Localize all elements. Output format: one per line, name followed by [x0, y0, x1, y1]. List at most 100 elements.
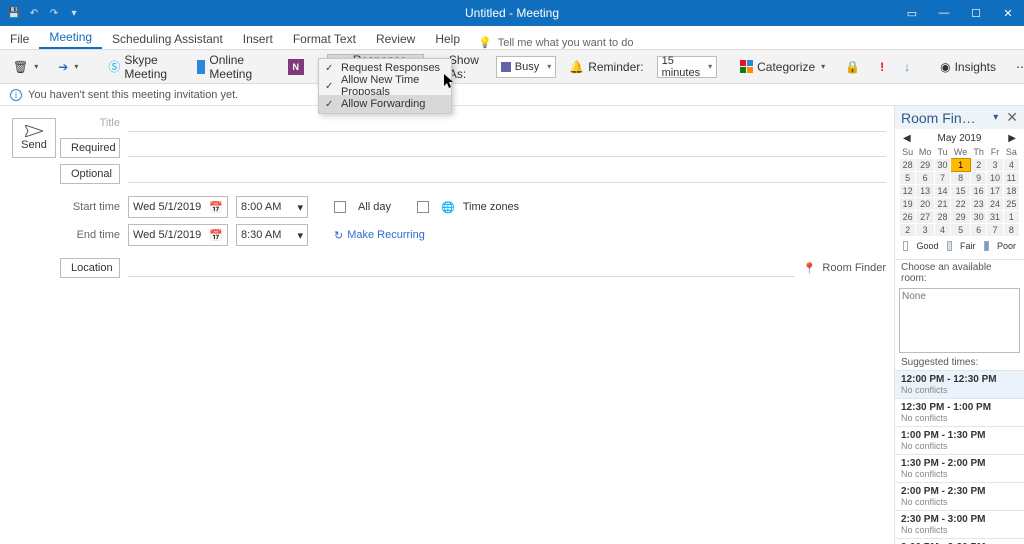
send-button[interactable]: Send: [12, 118, 56, 158]
calendar-day[interactable]: 25: [1003, 198, 1019, 211]
pane-close-icon[interactable]: ✕: [1006, 109, 1018, 126]
tab-scheduling-assistant[interactable]: Scheduling Assistant: [102, 28, 233, 49]
close-button[interactable]: ✕: [992, 0, 1024, 26]
calendar-day[interactable]: 4: [934, 224, 950, 237]
suggested-time-item[interactable]: 12:00 PM - 12:30 PMNo conflicts: [895, 370, 1024, 398]
calendar-day[interactable]: 9: [970, 172, 986, 185]
prev-month-icon[interactable]: ◀: [903, 133, 911, 144]
calendar-day[interactable]: 29: [951, 211, 971, 224]
save-icon[interactable]: 💾: [6, 5, 22, 21]
calendar-day[interactable]: 29: [916, 159, 935, 172]
ribbon-overflow-button[interactable]: ⋯: [1009, 54, 1024, 80]
pane-menu-icon[interactable]: ▾: [993, 112, 998, 123]
qat-down-icon[interactable]: ▾: [66, 5, 82, 21]
calendar-day[interactable]: 5: [951, 224, 971, 237]
redo-icon[interactable]: ↷: [46, 5, 62, 21]
required-button[interactable]: Required: [60, 138, 120, 158]
calendar-day[interactable]: 21: [934, 198, 950, 211]
available-rooms-list[interactable]: None: [899, 288, 1020, 353]
calendar-day[interactable]: 16: [970, 185, 986, 198]
forward-button[interactable]: ➔▾: [51, 54, 85, 80]
ribbon-display-icon[interactable]: ▭: [896, 0, 928, 26]
calendar-day[interactable]: 2: [900, 224, 916, 237]
end-time-picker[interactable]: 8:30 AM▾: [236, 224, 308, 246]
calendar-day[interactable]: 20: [916, 198, 935, 211]
room-finder-link[interactable]: 📍 Room Finder: [803, 262, 886, 275]
calendar-day[interactable]: 24: [987, 198, 1003, 211]
menu-item-allow-forwarding[interactable]: ✓Allow Forwarding: [319, 95, 451, 113]
suggested-time-item[interactable]: 2:30 PM - 3:00 PMNo conflicts: [895, 510, 1024, 538]
calendar-day[interactable]: 22: [951, 198, 971, 211]
calendar-day[interactable]: 28: [934, 211, 950, 224]
start-time-picker[interactable]: 8:00 AM▾: [236, 196, 308, 218]
calendar-day[interactable]: 12: [900, 185, 916, 198]
calendar-day[interactable]: 6: [916, 172, 935, 185]
calendar-day[interactable]: 1: [1003, 211, 1019, 224]
calendar-day[interactable]: 10: [987, 172, 1003, 185]
time-zones-checkbox[interactable]: [417, 201, 429, 213]
calendar-day[interactable]: 14: [934, 185, 950, 198]
calendar-day[interactable]: 6: [970, 224, 986, 237]
maximize-button[interactable]: ☐: [960, 0, 992, 26]
tab-insert[interactable]: Insert: [233, 28, 283, 49]
calendar-day[interactable]: 17: [987, 185, 1003, 198]
tell-me-search[interactable]: 💡 Tell me what you want to do: [478, 36, 633, 49]
tab-file[interactable]: File: [0, 28, 39, 49]
delete-button[interactable]: 🗑▾: [6, 54, 45, 80]
suggested-time-item[interactable]: 2:00 PM - 2:30 PMNo conflicts: [895, 482, 1024, 510]
skype-meeting-button[interactable]: Ⓢ Skype Meeting: [101, 54, 174, 80]
location-input[interactable]: [128, 259, 795, 277]
calendar-day[interactable]: 3: [916, 224, 935, 237]
tab-help[interactable]: Help: [425, 28, 470, 49]
calendar-day[interactable]: 26: [900, 211, 916, 224]
calendar-day[interactable]: 4: [1003, 159, 1019, 172]
all-day-checkbox[interactable]: [334, 201, 346, 213]
tab-review[interactable]: Review: [366, 28, 425, 49]
calendar-day[interactable]: 7: [934, 172, 950, 185]
insights-button[interactable]: ◉ Insights: [933, 54, 1003, 80]
make-recurring-link[interactable]: ↻Make Recurring: [334, 229, 425, 242]
undo-icon[interactable]: ↶: [26, 5, 42, 21]
calendar-day[interactable]: 28: [900, 159, 916, 172]
calendar-day[interactable]: 30: [934, 159, 950, 172]
categorize-button[interactable]: Categorize ▾: [733, 54, 832, 80]
high-importance-button[interactable]: !: [873, 54, 891, 80]
suggested-time-item[interactable]: 1:00 PM - 1:30 PMNo conflicts: [895, 426, 1024, 454]
suggested-time-item[interactable]: 3:00 PM - 3:30 PMNo conflicts: [895, 538, 1024, 544]
calendar-day[interactable]: 19: [900, 198, 916, 211]
suggested-time-item[interactable]: 1:30 PM - 2:00 PMNo conflicts: [895, 454, 1024, 482]
calendar-day[interactable]: 18: [1003, 185, 1019, 198]
calendar-day[interactable]: 7: [987, 224, 1003, 237]
optional-input[interactable]: [128, 165, 886, 183]
calendar-day[interactable]: 1: [951, 159, 971, 172]
show-as-combo[interactable]: Busy ▾: [496, 56, 556, 78]
calendar-day[interactable]: 2: [970, 159, 986, 172]
low-importance-button[interactable]: ↓: [897, 54, 917, 80]
calendar-day[interactable]: 13: [916, 185, 935, 198]
calendar-day[interactable]: 15: [951, 185, 971, 198]
onenote-button[interactable]: N: [281, 54, 311, 80]
calendar-day[interactable]: 11: [1003, 172, 1019, 185]
calendar-day[interactable]: 27: [916, 211, 935, 224]
required-input[interactable]: [128, 139, 886, 157]
location-button[interactable]: Location: [60, 258, 120, 278]
calendar-grid[interactable]: SuMoTuWeThFrSa 2829301234567891011121314…: [899, 146, 1020, 237]
suggested-time-item[interactable]: 12:30 PM - 1:00 PMNo conflicts: [895, 398, 1024, 426]
online-meeting-button[interactable]: Online Meeting: [190, 54, 265, 80]
calendar-day[interactable]: 5: [900, 172, 916, 185]
calendar-day[interactable]: 23: [970, 198, 986, 211]
title-input[interactable]: [128, 114, 886, 132]
reminder-button[interactable]: 🔔 Reminder:: [562, 54, 650, 80]
calendar-day[interactable]: 8: [1003, 224, 1019, 237]
calendar-day[interactable]: 8: [951, 172, 971, 185]
optional-button[interactable]: Optional: [60, 164, 120, 184]
calendar-day[interactable]: 31: [987, 211, 1003, 224]
private-button[interactable]: 🔒: [838, 54, 867, 80]
next-month-icon[interactable]: ▶: [1008, 133, 1016, 144]
end-date-picker[interactable]: Wed 5/1/2019📅: [128, 224, 228, 246]
calendar-day[interactable]: 30: [970, 211, 986, 224]
start-date-picker[interactable]: Wed 5/1/2019📅: [128, 196, 228, 218]
reminder-combo[interactable]: 15 minutes ▾: [657, 56, 718, 78]
menu-item-allow-new-time-proposals[interactable]: ✓Allow New Time Proposals: [319, 77, 451, 95]
tab-format-text[interactable]: Format Text: [283, 28, 366, 49]
